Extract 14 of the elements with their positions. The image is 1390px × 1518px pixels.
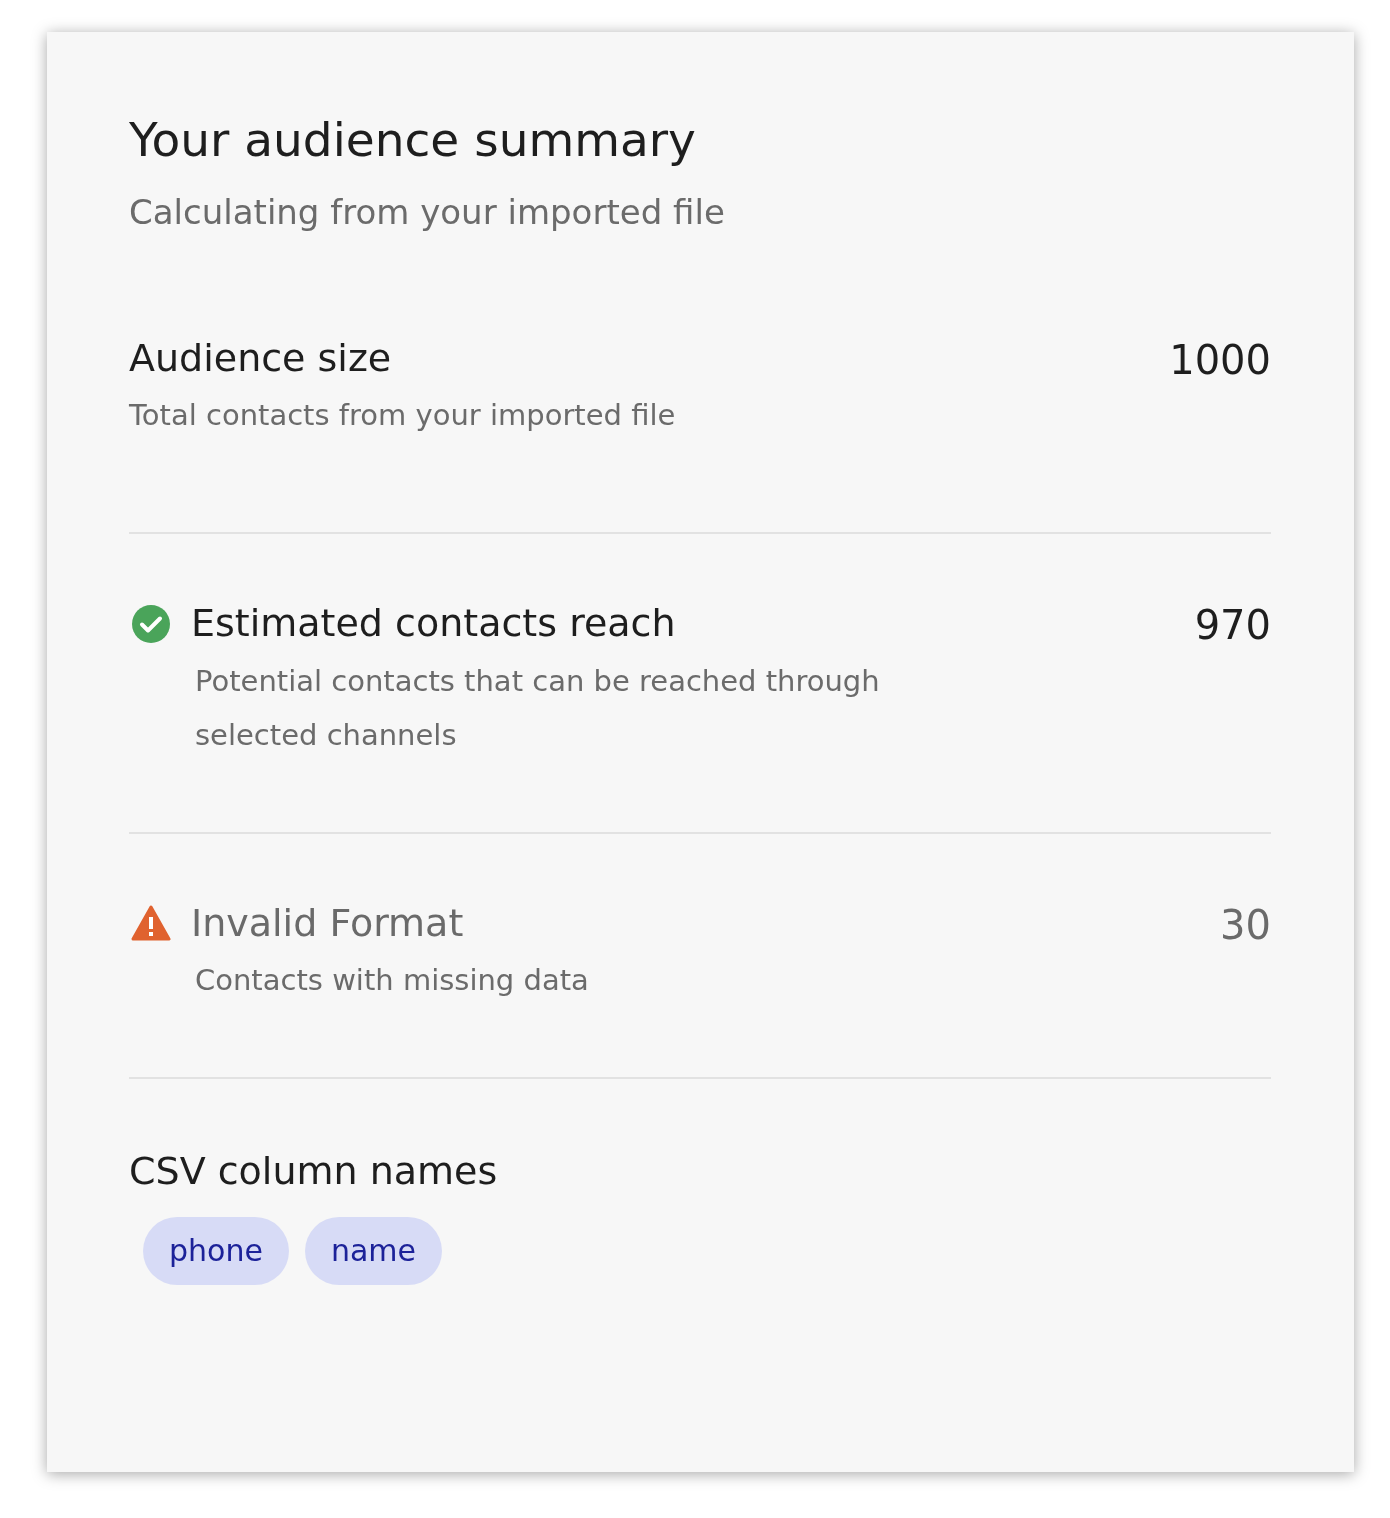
page-title: Your audience summary	[129, 112, 697, 169]
metric-value: 30	[1220, 900, 1271, 950]
metric-value: 970	[1194, 601, 1271, 651]
metric-description: Potential contacts that can be reached through selected channels	[195, 662, 881, 754]
subtitle: Calculating from your imported file	[129, 191, 726, 235]
column-tag: phone	[143, 1217, 289, 1286]
metric-title: Invalid Format	[191, 899, 464, 947]
metric-value: 1000	[1169, 335, 1271, 385]
metric-description: Contacts with missing data	[195, 962, 589, 1000]
column-tag: name	[304, 1217, 442, 1286]
section-title: CSV column names	[129, 1149, 499, 1194]
metric-title: Estimated contacts reach	[191, 600, 676, 648]
metric-title: Audience size	[129, 334, 392, 382]
metric-description: Total contacts from your imported file	[129, 397, 676, 435]
